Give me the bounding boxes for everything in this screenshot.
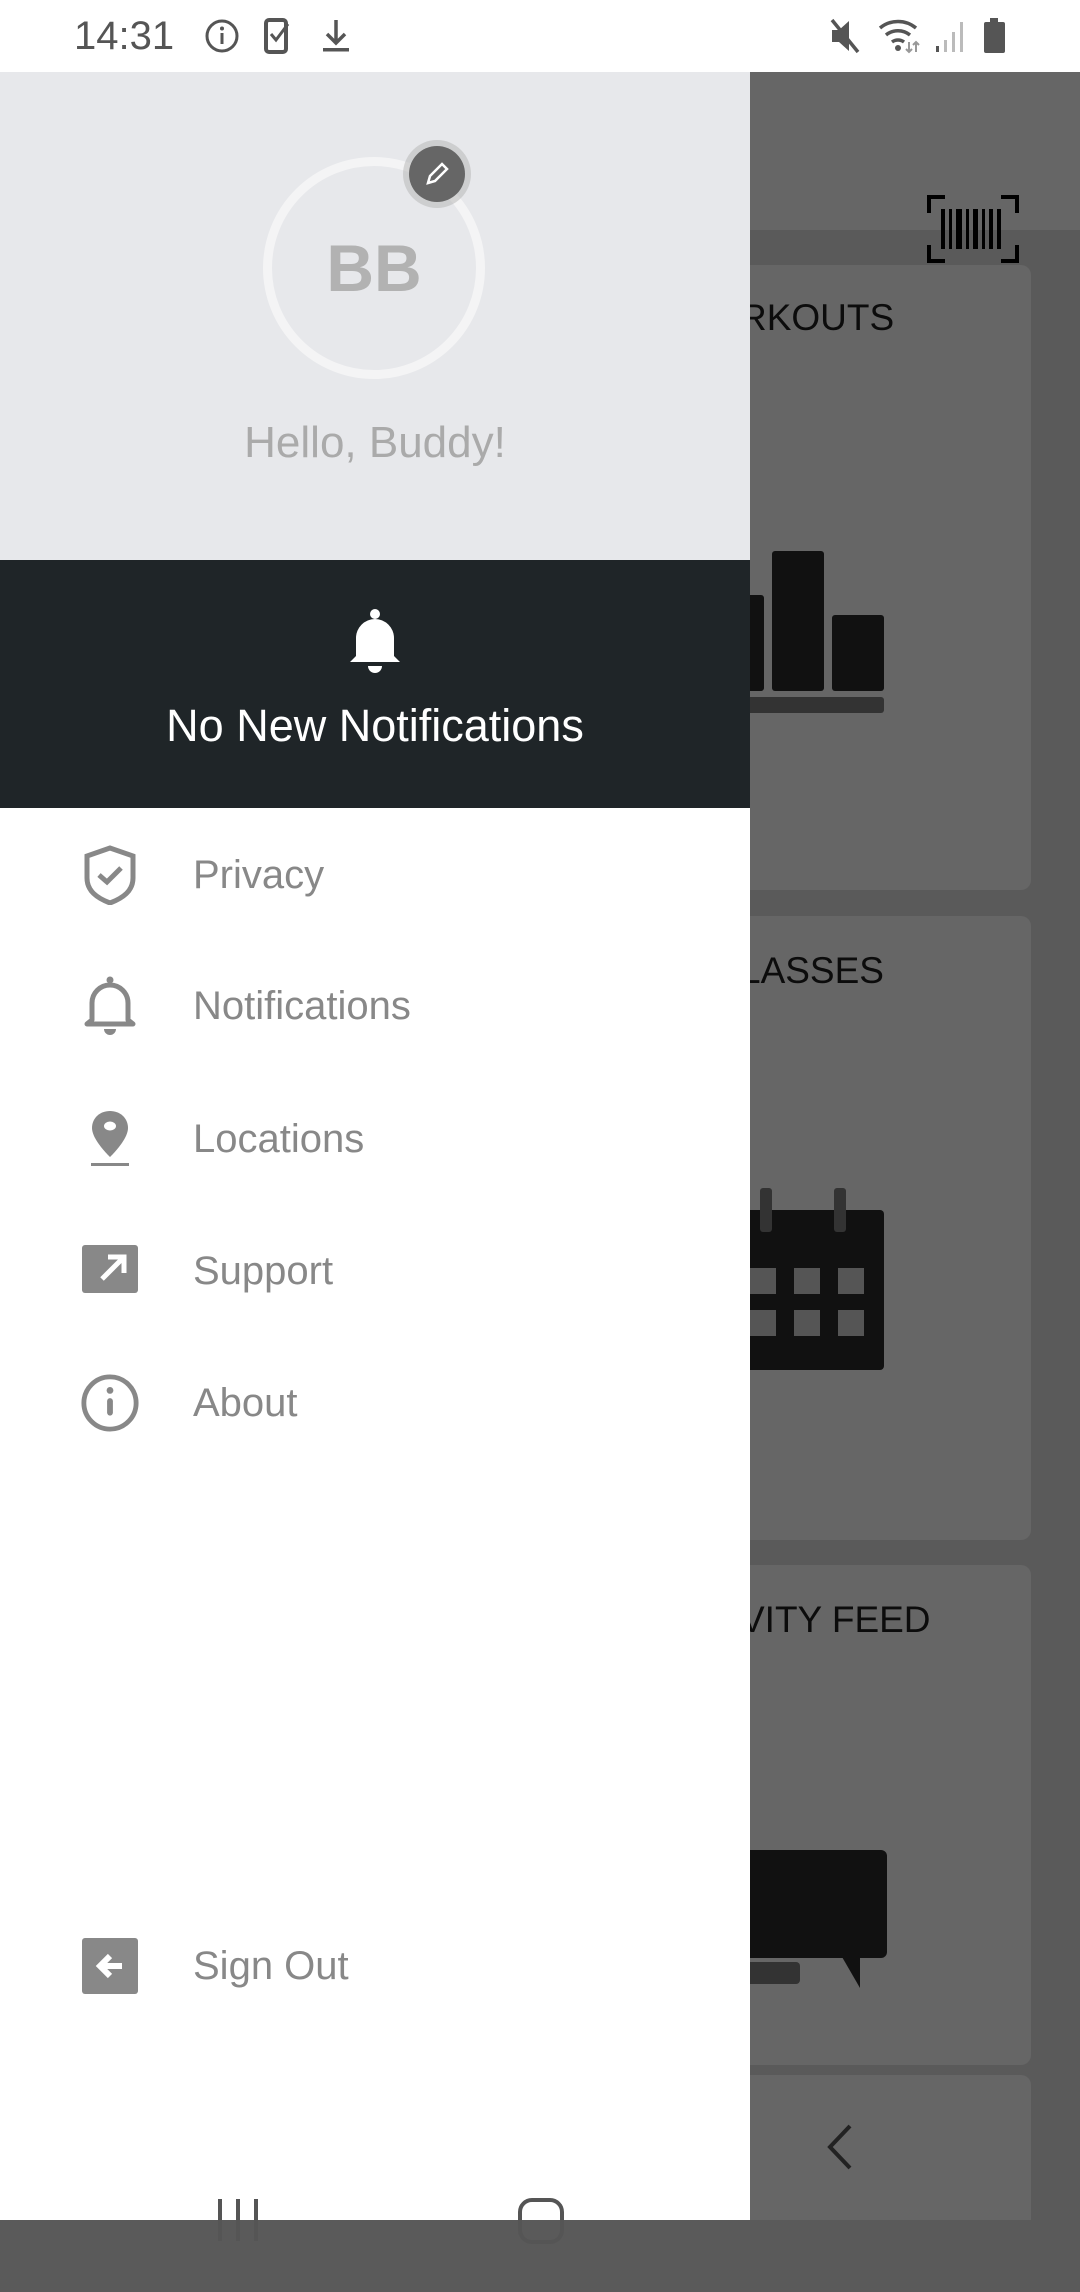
drawer-item-label: Locations bbox=[193, 1116, 365, 1161]
card-title: RKOUTS bbox=[740, 297, 895, 338]
card-title: LASSES bbox=[740, 950, 884, 991]
bell-icon bbox=[350, 609, 400, 673]
sign-out-button[interactable]: Sign Out bbox=[0, 1911, 750, 2021]
drawer-item-locations[interactable]: Locations bbox=[0, 1084, 750, 1194]
info-icon bbox=[205, 19, 239, 53]
home-icon[interactable] bbox=[517, 2197, 565, 2245]
edit-avatar-button[interactable] bbox=[409, 146, 465, 202]
wifi-icon bbox=[878, 19, 920, 54]
location-pin-icon bbox=[91, 1111, 129, 1166]
drawer-item-label: Notifications bbox=[193, 983, 411, 1028]
bar-chart-icon bbox=[740, 551, 884, 713]
status-time: 14:31 bbox=[74, 14, 175, 58]
external-link-icon bbox=[82, 1245, 138, 1293]
battery-icon bbox=[984, 18, 1005, 53]
sign-out-icon bbox=[82, 1938, 138, 1994]
notification-banner-text: No New Notifications bbox=[166, 700, 584, 751]
profile-header: BB Hello, Buddy! bbox=[0, 72, 750, 560]
recent-apps-icon[interactable] bbox=[216, 2197, 262, 2243]
barcode-icon[interactable] bbox=[927, 195, 1019, 263]
drawer-item-privacy[interactable]: Privacy bbox=[0, 820, 750, 930]
drawer-item-support[interactable]: Support bbox=[0, 1216, 750, 1326]
drawer-item-notifications[interactable]: Notifications bbox=[0, 951, 750, 1061]
back-nav-icon[interactable] bbox=[820, 2122, 860, 2172]
shield-check-icon bbox=[84, 845, 136, 905]
notification-banner[interactable]: No New Notifications bbox=[0, 560, 750, 808]
mute-icon bbox=[830, 18, 860, 54]
drawer-item-about[interactable]: About bbox=[0, 1348, 750, 1458]
calendar-icon bbox=[740, 1188, 884, 1370]
chat-icon bbox=[740, 1850, 887, 1988]
greeting: Hello, Buddy! bbox=[244, 418, 506, 467]
screenshot-check-icon bbox=[264, 18, 290, 54]
drawer-item-label: Support bbox=[193, 1248, 334, 1293]
signal-icon bbox=[936, 22, 963, 52]
drawer-item-label: About bbox=[193, 1380, 298, 1425]
card-title: VITY FEED bbox=[740, 1599, 931, 1640]
sign-out-label: Sign Out bbox=[193, 1943, 349, 1988]
drawer-item-label: Privacy bbox=[193, 852, 325, 897]
bell-icon bbox=[84, 976, 136, 1035]
info-icon bbox=[81, 1374, 139, 1432]
avatar-initials: BB bbox=[326, 231, 422, 305]
download-icon bbox=[323, 20, 349, 52]
pencil-icon bbox=[426, 162, 449, 185]
navigation-drawer: BB Hello, Buddy! No New Notifications Pr… bbox=[0, 72, 750, 2244]
status-bar: 14:31 bbox=[0, 0, 1080, 72]
